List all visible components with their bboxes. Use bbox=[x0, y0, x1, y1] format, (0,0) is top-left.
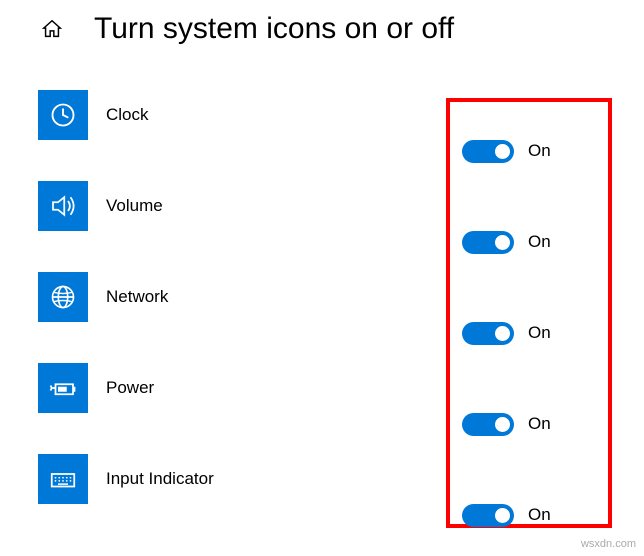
toggle-state-label: On bbox=[528, 505, 551, 525]
toggle-state-label: On bbox=[528, 141, 551, 161]
page-title: Turn system icons on or off bbox=[94, 12, 454, 46]
clock-icon bbox=[49, 101, 77, 129]
watermark: wsxdn.com bbox=[581, 538, 636, 550]
clock-toggle[interactable] bbox=[462, 140, 514, 163]
home-icon bbox=[41, 18, 63, 40]
power-tile bbox=[38, 363, 88, 413]
toggle-highlight-box: On On On On On bbox=[446, 98, 612, 528]
volume-icon bbox=[48, 191, 78, 221]
clock-tile bbox=[38, 90, 88, 140]
header: Turn system icons on or off bbox=[0, 0, 644, 54]
power-icon bbox=[48, 373, 78, 403]
toggle-row: On bbox=[450, 399, 608, 449]
toggle-row: On bbox=[450, 126, 608, 176]
network-toggle[interactable] bbox=[462, 322, 514, 345]
toggle-row: On bbox=[450, 217, 608, 267]
toggle-state-label: On bbox=[528, 414, 551, 434]
toggle-state-label: On bbox=[528, 232, 551, 252]
globe-icon bbox=[49, 283, 77, 311]
toggle-row: On bbox=[450, 490, 608, 540]
toggle-row: On bbox=[450, 308, 608, 358]
network-tile bbox=[38, 272, 88, 322]
volume-tile bbox=[38, 181, 88, 231]
home-button[interactable] bbox=[38, 15, 66, 43]
input-indicator-toggle[interactable] bbox=[462, 504, 514, 527]
keyboard-icon bbox=[48, 464, 78, 494]
power-toggle[interactable] bbox=[462, 413, 514, 436]
toggle-state-label: On bbox=[528, 323, 551, 343]
keyboard-tile bbox=[38, 454, 88, 504]
volume-toggle[interactable] bbox=[462, 231, 514, 254]
